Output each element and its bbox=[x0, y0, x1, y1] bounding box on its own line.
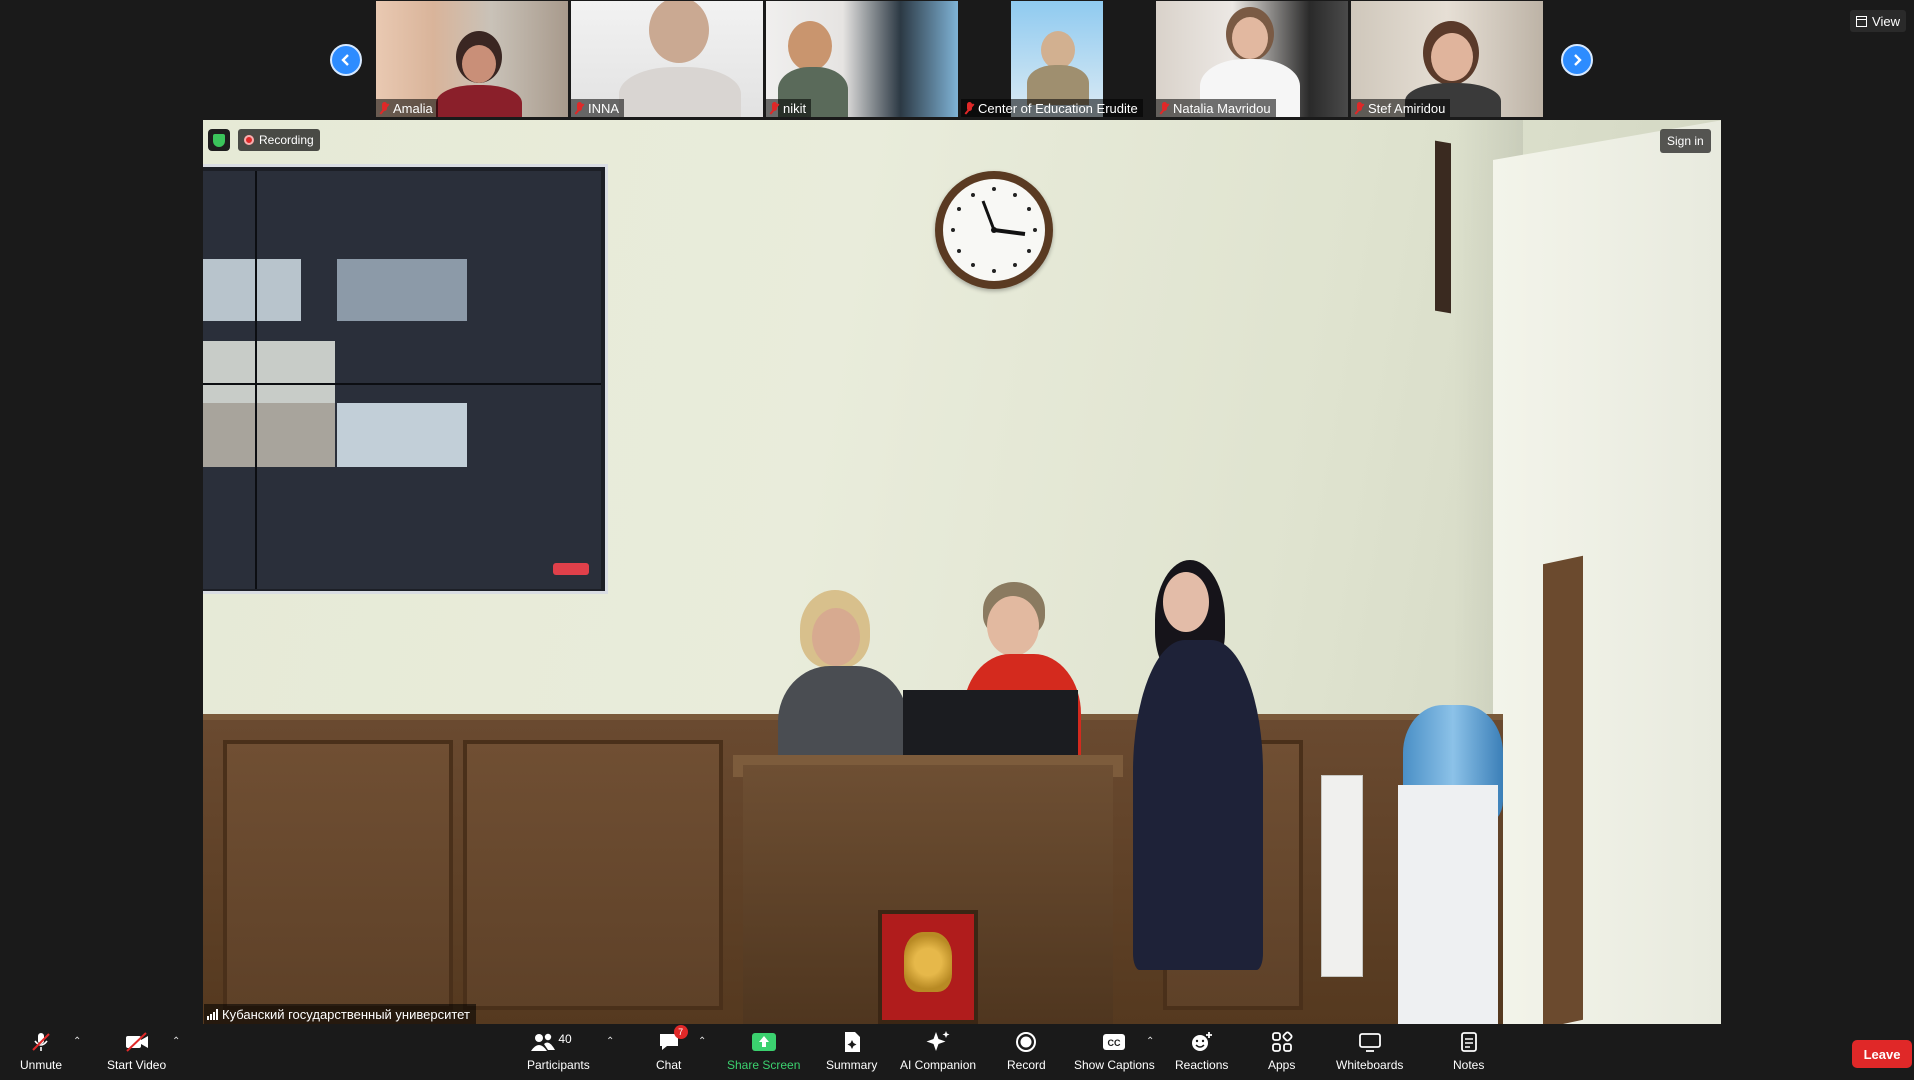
participant-name: INNA bbox=[588, 100, 620, 116]
unmute-button[interactable]: Unmute bbox=[20, 1030, 62, 1072]
chevron-right-icon bbox=[1574, 54, 1582, 66]
recording-label: Recording bbox=[259, 133, 314, 147]
start-video-button[interactable]: Start Video bbox=[107, 1030, 166, 1072]
whiteboards-button[interactable]: Whiteboards bbox=[1336, 1030, 1403, 1072]
eagle-emblem-icon bbox=[904, 932, 952, 992]
summary-icon bbox=[844, 1032, 860, 1052]
participants-label: Participants bbox=[527, 1058, 590, 1072]
video-off-icon bbox=[125, 1032, 148, 1052]
unmute-label: Unmute bbox=[20, 1058, 63, 1072]
view-label: View bbox=[1872, 13, 1900, 29]
participant-name: Stef Amiridou bbox=[1368, 100, 1446, 116]
water-cooler bbox=[1398, 785, 1498, 1024]
participant-tile[interactable]: Amalia bbox=[376, 1, 568, 117]
captions-icon: CC bbox=[1103, 1034, 1126, 1050]
show-captions-button[interactable]: CC Show Captions bbox=[1074, 1030, 1155, 1072]
participant-name-tag: Natalia Mavridou bbox=[1156, 99, 1276, 117]
mic-muted-icon bbox=[32, 1033, 50, 1051]
mic-off-icon bbox=[1354, 101, 1365, 115]
start-video-label: Start Video bbox=[107, 1058, 167, 1072]
participant-name-tag: nikit bbox=[766, 99, 812, 117]
record-dot-icon bbox=[244, 135, 254, 145]
recording-indicator: Recording bbox=[208, 129, 320, 151]
record-button[interactable]: Record bbox=[1007, 1030, 1046, 1072]
reactions-icon bbox=[1191, 1032, 1212, 1051]
ai-companion-button[interactable]: AI Companion bbox=[900, 1030, 976, 1072]
encryption-shield-icon[interactable] bbox=[208, 129, 230, 151]
chat-options-caret[interactable]: ⌃ bbox=[698, 1036, 706, 1047]
mic-off-icon bbox=[769, 101, 780, 115]
participant-name-tag: Center of Education Erudite bbox=[961, 99, 1143, 117]
main-video bbox=[203, 120, 1721, 1024]
show-captions-label: Show Captions bbox=[1074, 1058, 1155, 1072]
meeting-toolbar: Unmute ⌃ Start Video ⌃ 40 Participants ⌃… bbox=[0, 1024, 1914, 1080]
participant-name-tag: Stef Amiridou bbox=[1351, 99, 1451, 117]
participant-thumbnails: Amalia INNA nikit Center of Education Er… bbox=[376, 1, 1543, 117]
ai-sparkle-icon bbox=[926, 1031, 950, 1051]
participant-name: nikit bbox=[783, 100, 807, 116]
summary-button[interactable]: Summary bbox=[826, 1030, 877, 1072]
participant-name: Amalia bbox=[393, 100, 433, 116]
leave-button[interactable]: Leave bbox=[1852, 1040, 1912, 1068]
participant-tile[interactable]: Natalia Mavridou bbox=[1156, 1, 1348, 117]
chevron-left-icon bbox=[341, 54, 349, 66]
mic-off-icon bbox=[574, 101, 585, 115]
video-options-caret[interactable]: ⌃ bbox=[172, 1036, 180, 1047]
active-speaker-tag: Кубанский государственный университет bbox=[204, 1004, 476, 1024]
notes-button[interactable]: Notes bbox=[1453, 1030, 1484, 1072]
participant-name-tag: Amalia bbox=[376, 99, 438, 117]
participant-tile[interactable]: Stef Amiridou bbox=[1351, 1, 1543, 117]
captions-options-caret[interactable]: ⌃ bbox=[1146, 1036, 1154, 1047]
participant-name: Natalia Mavridou bbox=[1173, 100, 1271, 116]
coat-of-arms bbox=[878, 910, 978, 1024]
chat-button[interactable]: 7 Chat bbox=[656, 1025, 688, 1072]
participant-tile[interactable]: Center of Education Erudite bbox=[961, 1, 1153, 117]
apps-button[interactable]: Apps bbox=[1268, 1030, 1295, 1072]
notes-icon bbox=[1460, 1032, 1477, 1052]
clock-face-icon bbox=[951, 187, 1037, 273]
participant-tile[interactable]: INNA bbox=[571, 1, 763, 117]
active-speaker-name: Кубанский государственный университет bbox=[222, 1006, 470, 1022]
participant-tile[interactable]: nikit bbox=[766, 1, 958, 117]
sign-in-button[interactable]: Sign in bbox=[1660, 129, 1711, 153]
mic-off-icon bbox=[1159, 101, 1170, 115]
strip-next-button[interactable] bbox=[1561, 44, 1593, 76]
apps-icon bbox=[1271, 1031, 1293, 1052]
ai-companion-label: AI Companion bbox=[900, 1058, 977, 1072]
participants-icon bbox=[531, 1033, 556, 1051]
summary-label: Summary bbox=[826, 1058, 878, 1072]
participant-strip: Amalia INNA nikit Center of Education Er… bbox=[0, 0, 1914, 120]
radiator bbox=[1321, 775, 1363, 977]
notes-label: Notes bbox=[1453, 1058, 1485, 1072]
participants-count: 40 bbox=[558, 1032, 572, 1046]
reactions-label: Reactions bbox=[1175, 1058, 1229, 1072]
whiteboards-label: Whiteboards bbox=[1336, 1058, 1404, 1072]
participants-button[interactable]: 40 Participants bbox=[527, 1030, 590, 1072]
audio-options-caret[interactable]: ⌃ bbox=[73, 1036, 81, 1047]
record-icon bbox=[1016, 1032, 1037, 1052]
share-screen-button[interactable]: Share Screen bbox=[727, 1030, 800, 1072]
strip-prev-button[interactable] bbox=[330, 44, 362, 76]
chat-badge: 7 bbox=[673, 1025, 688, 1039]
apps-label: Apps bbox=[1268, 1058, 1296, 1072]
view-button[interactable]: View bbox=[1850, 10, 1906, 32]
share-screen-icon bbox=[751, 1033, 776, 1051]
reactions-button[interactable]: Reactions bbox=[1175, 1030, 1228, 1072]
grid-view-icon bbox=[1856, 15, 1868, 27]
record-label: Record bbox=[1007, 1058, 1046, 1072]
signal-strength-icon bbox=[207, 1008, 218, 1020]
participants-options-caret[interactable]: ⌃ bbox=[606, 1036, 614, 1047]
wall-clock bbox=[935, 171, 1053, 289]
wall-screen bbox=[203, 164, 608, 594]
participant-name: Center of Education Erudite bbox=[978, 100, 1138, 116]
whiteboard-icon bbox=[1358, 1033, 1381, 1052]
svg-text:CC: CC bbox=[1108, 1038, 1121, 1048]
participant-name-tag: INNA bbox=[571, 99, 625, 117]
recording-chip[interactable]: Recording bbox=[238, 129, 320, 151]
mic-off-icon bbox=[964, 101, 975, 115]
share-screen-label: Share Screen bbox=[727, 1058, 801, 1072]
chat-label: Chat bbox=[656, 1058, 682, 1072]
mic-off-icon bbox=[379, 101, 390, 115]
